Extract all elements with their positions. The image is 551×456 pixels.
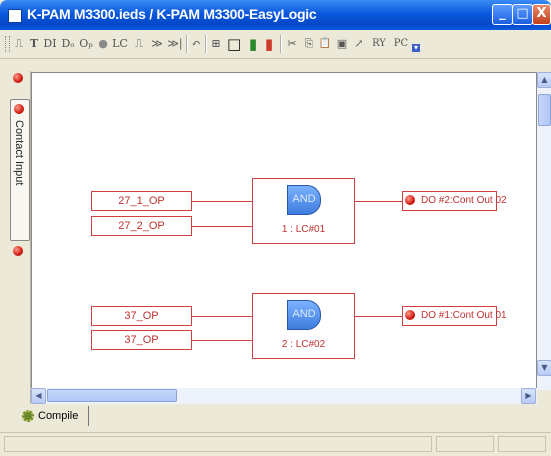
grid-tool-icon[interactable]: ⊞ bbox=[209, 36, 223, 52]
minimize-button[interactable]: _ bbox=[492, 4, 513, 25]
wire bbox=[192, 316, 254, 317]
toolbar-overflow-icon[interactable]: ▾ bbox=[412, 44, 420, 52]
app-icon bbox=[8, 9, 22, 23]
input-contact-37-b[interactable]: 37_OP bbox=[91, 330, 192, 350]
output-label: DO #1:Cont Out 01 bbox=[421, 310, 507, 321]
wire bbox=[354, 201, 404, 202]
horizontal-scroll-thumb[interactable] bbox=[47, 389, 177, 402]
toolbar: ⎍ T DI Dₒ Oₚ ● LC ⎍ ≫ ≫| ↶ ⊞ □ ▮ ▮ ✂ ⎘ 📋… bbox=[0, 30, 551, 59]
copy-tool-icon[interactable]: ⎘ bbox=[302, 36, 316, 52]
tab-compile-label: Compile bbox=[38, 410, 79, 422]
status-pane bbox=[436, 436, 494, 452]
input-contact-37-a[interactable]: 37_OP bbox=[91, 306, 192, 326]
color2-tool-icon[interactable]: ▮ bbox=[262, 36, 276, 52]
lc-tool-icon[interactable]: LC bbox=[112, 36, 128, 52]
title-bar[interactable]: K-PAM M3300.ieds / K-PAM M3300-EasyLogic… bbox=[0, 0, 551, 30]
save-tool-icon[interactable]: ▣ bbox=[335, 36, 349, 52]
tab-compile[interactable]: Compile bbox=[18, 406, 89, 426]
undo-tool-icon[interactable]: ↶ bbox=[190, 36, 202, 52]
compile-gears-icon bbox=[22, 410, 34, 422]
side-panel: Contact Input bbox=[8, 71, 31, 418]
wire bbox=[354, 316, 404, 317]
output-ball-icon[interactable] bbox=[13, 246, 23, 256]
and-gate-lc02[interactable]: AND 2 : LC#02 bbox=[252, 293, 355, 359]
record-icon[interactable] bbox=[13, 73, 23, 83]
text-tool-icon[interactable]: T bbox=[28, 36, 40, 52]
close-button[interactable]: X bbox=[532, 4, 551, 25]
scroll-down-icon[interactable]: ▼ bbox=[537, 360, 551, 376]
toolbar-separator bbox=[186, 35, 188, 53]
output-label: DO #2:Cont Out 02 bbox=[421, 195, 507, 206]
pulse-tool-icon[interactable]: ⎍ bbox=[132, 36, 146, 52]
input-contact-27-1[interactable]: 27_1_OP bbox=[91, 191, 192, 211]
open-tool-icon[interactable]: ↗ bbox=[352, 36, 366, 52]
color-tool-icon[interactable]: ▮ bbox=[246, 36, 260, 52]
frame-tool-icon[interactable]: □ bbox=[227, 36, 241, 52]
scroll-up-icon[interactable]: ▲ bbox=[537, 72, 551, 88]
timer-tool-icon[interactable]: ⎍ bbox=[13, 36, 25, 52]
status-pane bbox=[498, 436, 546, 452]
output-lamp-icon bbox=[405, 195, 415, 205]
gate-label: 1 : LC#01 bbox=[281, 224, 326, 235]
gate-label: 2 : LC#02 bbox=[281, 339, 326, 350]
and-gate-icon: AND bbox=[287, 300, 321, 330]
output-contact-do1[interactable]: DO #1:Cont Out 01 bbox=[402, 306, 507, 326]
input-contact-27-2[interactable]: 27_2_OP bbox=[91, 216, 192, 236]
vertical-scroll-thumb[interactable] bbox=[538, 94, 551, 126]
and-gate-icon: AND bbox=[287, 185, 321, 215]
vertical-scrollbar[interactable]: ▲ ▼ bbox=[537, 72, 551, 390]
cut-tool-icon[interactable]: ✂ bbox=[285, 36, 299, 52]
forward2-tool-icon[interactable]: ≫| bbox=[166, 36, 184, 52]
op-tool-icon[interactable]: Oₚ bbox=[78, 36, 94, 52]
bottom-panel: Compile bbox=[8, 404, 551, 428]
wire bbox=[192, 340, 254, 341]
status-pane-main bbox=[4, 436, 432, 452]
forward-tool-icon[interactable]: ≫ bbox=[150, 36, 164, 52]
status-bar bbox=[0, 432, 551, 456]
and-gate-lc01[interactable]: AND 1 : LC#01 bbox=[252, 178, 355, 244]
scroll-right-icon[interactable]: ▶ bbox=[521, 388, 536, 404]
wire bbox=[192, 226, 254, 227]
to-pc-tool-icon[interactable]: PC bbox=[392, 36, 410, 52]
output-lamp-icon bbox=[405, 310, 415, 320]
toolbar-separator bbox=[205, 35, 207, 53]
scroll-left-icon[interactable]: ◀ bbox=[31, 388, 46, 404]
tab-contact-input-label: Contact Input bbox=[13, 120, 25, 186]
diagram-canvas[interactable]: 27_1_OP 27_2_OP AND 1 : LC#01 DO #2:Cont… bbox=[31, 72, 537, 390]
toolbar-separator bbox=[280, 35, 282, 53]
led-tool-icon[interactable]: ● bbox=[97, 36, 109, 52]
do-tool-icon[interactable]: Dₒ bbox=[60, 36, 76, 52]
horizontal-scrollbar[interactable]: ◀ ▶ bbox=[31, 388, 537, 404]
contact-input-icon bbox=[14, 104, 24, 114]
to-ry-tool-icon[interactable]: RY bbox=[370, 36, 388, 52]
output-contact-do2[interactable]: DO #2:Cont Out 02 bbox=[402, 191, 507, 211]
toolbar-grip[interactable] bbox=[5, 36, 10, 52]
maximize-button[interactable]: □ bbox=[512, 4, 533, 25]
di-tool-icon[interactable]: DI bbox=[42, 36, 58, 52]
wire bbox=[192, 201, 254, 202]
window-title: K-PAM M3300.ieds / K-PAM M3300-EasyLogic bbox=[27, 6, 317, 22]
tab-contact-input[interactable]: Contact Input bbox=[10, 99, 30, 241]
paste-tool-icon[interactable]: 📋 bbox=[318, 36, 332, 52]
